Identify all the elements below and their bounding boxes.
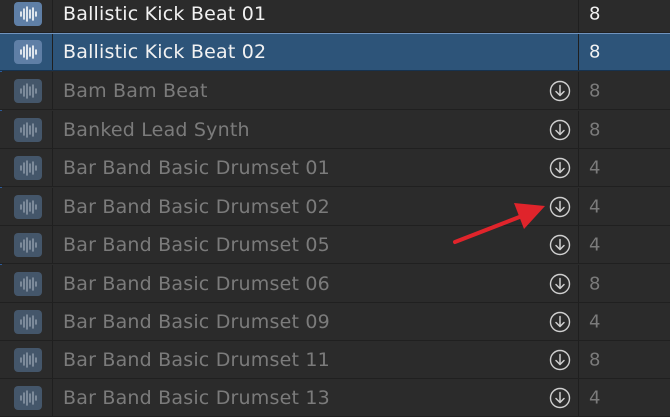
audio-waveform-icon <box>14 78 42 103</box>
download-icon[interactable] <box>549 387 571 409</box>
column-divider <box>578 149 579 186</box>
beat-count: 4 <box>589 234 601 255</box>
beat-count: 8 <box>589 273 601 294</box>
beat-count: 4 <box>589 387 601 408</box>
column-divider <box>578 34 579 70</box>
download-icon[interactable] <box>549 234 571 256</box>
loop-row[interactable]: Bar Band Basic Drumset 06 8 <box>0 265 670 303</box>
loop-row[interactable]: Bar Band Basic Drumset 13 4 <box>0 379 670 417</box>
audio-waveform-icon <box>14 117 42 142</box>
loop-row[interactable]: Bar Band Basic Drumset 09 4 <box>0 303 670 341</box>
column-divider <box>52 149 53 186</box>
audio-waveform-icon <box>14 1 42 26</box>
download-icon[interactable] <box>549 119 571 141</box>
loop-name: Bar Band Basic Drumset 11 <box>63 348 330 371</box>
column-divider <box>578 0 579 32</box>
column-divider <box>578 341 579 378</box>
audio-waveform-icon <box>14 194 42 219</box>
column-divider <box>578 265 579 302</box>
column-divider <box>578 226 579 263</box>
beat-count: 8 <box>589 119 601 140</box>
loop-browser-list: Ballistic Kick Beat 01 8 Ballistic Kick … <box>0 0 670 417</box>
beat-count: 8 <box>589 349 601 370</box>
loop-name: Bar Band Basic Drumset 09 <box>63 310 330 333</box>
audio-waveform-icon <box>14 347 42 372</box>
loop-row[interactable]: Bar Band Basic Drumset 01 4 <box>0 149 670 187</box>
column-divider <box>578 111 579 148</box>
column-divider <box>578 188 579 225</box>
column-divider <box>52 72 53 109</box>
audio-waveform-icon <box>14 309 42 334</box>
column-divider <box>578 379 579 416</box>
loop-name: Banked Lead Synth <box>63 118 250 141</box>
download-icon[interactable] <box>549 349 571 371</box>
download-icon[interactable] <box>549 80 571 102</box>
column-divider <box>578 303 579 340</box>
loop-name: Bar Band Basic Drumset 13 <box>63 386 330 409</box>
column-divider <box>52 111 53 148</box>
loop-name: Ballistic Kick Beat 01 <box>63 2 267 25</box>
audio-waveform-icon <box>14 40 42 64</box>
loop-name: Bar Band Basic Drumset 02 <box>63 195 330 218</box>
loop-name: Ballistic Kick Beat 02 <box>63 41 267 63</box>
audio-waveform-icon <box>14 271 42 296</box>
loop-row[interactable]: Bar Band Basic Drumset 05 4 <box>0 226 670 264</box>
loop-row[interactable]: Bam Bam Beat 8 <box>0 72 670 110</box>
loop-name: Bar Band Basic Drumset 06 <box>63 272 330 295</box>
beat-count: 4 <box>589 157 601 178</box>
loop-name: Bar Band Basic Drumset 01 <box>63 156 330 179</box>
column-divider <box>52 303 53 340</box>
column-divider <box>52 34 53 70</box>
loop-name: Bar Band Basic Drumset 05 <box>63 233 330 256</box>
column-divider <box>52 0 53 32</box>
loop-name: Bam Bam Beat <box>63 79 208 102</box>
audio-waveform-icon <box>14 155 42 180</box>
loop-row[interactable]: Banked Lead Synth 8 <box>0 111 670 149</box>
loop-row[interactable]: Bar Band Basic Drumset 02 4 <box>0 188 670 226</box>
loop-row[interactable]: Ballistic Kick Beat 01 8 <box>0 0 670 33</box>
column-divider <box>52 265 53 302</box>
column-divider <box>52 379 53 416</box>
audio-waveform-icon <box>14 232 42 257</box>
download-icon[interactable] <box>549 311 571 333</box>
download-icon[interactable] <box>549 273 571 295</box>
audio-waveform-icon <box>14 385 42 410</box>
loop-row-selected[interactable]: Ballistic Kick Beat 02 8 <box>0 33 670 71</box>
beat-count: 4 <box>589 311 601 332</box>
column-divider <box>52 188 53 225</box>
beat-count: 4 <box>589 196 601 217</box>
loop-row[interactable]: Bar Band Basic Drumset 11 8 <box>0 341 670 379</box>
beat-count: 8 <box>589 41 601 63</box>
column-divider <box>578 72 579 109</box>
column-divider <box>52 226 53 263</box>
beat-count: 8 <box>589 3 601 24</box>
column-divider <box>52 341 53 378</box>
download-icon[interactable] <box>549 196 571 218</box>
download-icon[interactable] <box>549 157 571 179</box>
beat-count: 8 <box>589 80 601 101</box>
